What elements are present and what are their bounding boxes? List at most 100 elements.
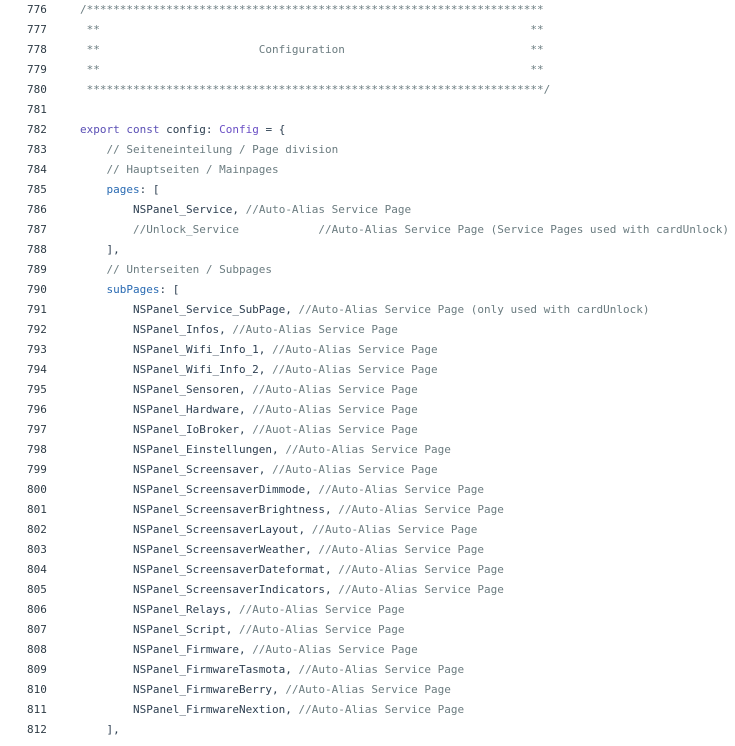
line-number: 808 [27,643,47,656]
code-token-ident: NSPanel_Screensaver, [80,463,273,476]
code-token-comment: ** Configuration ** [80,43,544,56]
code-line[interactable]: 802 NSPanel_ScreensaverLayout, //Auto-Al… [0,520,735,540]
code-line[interactable]: 811 NSPanel_FirmwareNextion, //Auto-Alia… [0,700,735,720]
code-line[interactable]: 795 NSPanel_Sensoren, //Auto-Alias Servi… [0,380,735,400]
code-token-ident: NSPanel_ScreensaverDateformat, [80,563,339,576]
code-line[interactable]: 793 NSPanel_Wifi_Info_1, //Auto-Alias Se… [0,340,735,360]
code-text: NSPanel_Hardware, //Auto-Alias Service P… [80,400,418,420]
code-token-punct: = { [258,123,286,136]
code-line[interactable]: 782 export const config: Config = { [0,120,735,140]
code-text: NSPanel_Screensaver, //Auto-Alias Servic… [80,460,438,480]
code-line[interactable]: 778 ** Configuration ** [0,40,735,60]
code-token-comment: //Auto-Alias Service Page [272,343,438,356]
code-token-ident: NSPanel_FirmwareNextion, [80,703,299,716]
code-line[interactable]: 781 [0,100,735,120]
code-token-ident: NSPanel_Infos, [80,323,233,336]
code-line[interactable]: 797 NSPanel_IoBroker, //Auot-Alias Servi… [0,420,735,440]
code-view[interactable]: 776 /************************************… [0,0,735,746]
code-token-comment: // Hauptseiten / Mainpages [80,163,279,176]
line-number: 797 [27,423,47,436]
code-text: // Hauptseiten / Mainpages [80,160,279,180]
code-line[interactable]: 776 /************************************… [0,0,735,20]
code-token-prop: subPages [106,283,160,296]
code-token-comment: //Unlock_Service //Auto-Alias Service Pa… [80,223,730,236]
code-token-punct: ], [80,723,120,736]
code-token-ident: NSPanel_FirmwareBerry, [80,683,286,696]
code-line[interactable]: 787 //Unlock_Service //Auto-Alias Servic… [0,220,735,240]
code-line[interactable]: 812 ], [0,720,735,740]
code-line[interactable]: 800 NSPanel_ScreensaverDimmode, //Auto-A… [0,480,735,500]
code-token-comment: ** ** [80,23,544,36]
code-line[interactable]: 801 NSPanel_ScreensaverBrightness, //Aut… [0,500,735,520]
code-line[interactable]: 808 NSPanel_Firmware, //Auto-Alias Servi… [0,640,735,660]
code-token-ident: NSPanel_Script, [80,623,239,636]
code-token-ident: NSPanel_ScreensaverDimmode, [80,483,319,496]
code-token-comment: // Seiteneinteilung / Page division [80,143,339,156]
code-token-ident: NSPanel_FirmwareTasmota, [80,663,299,676]
code-text: NSPanel_FirmwareNextion, //Auto-Alias Se… [80,700,464,720]
code-text: NSPanel_ScreensaverWeather, //Auto-Alias… [80,540,484,560]
code-text: NSPanel_FirmwareBerry, //Auto-Alias Serv… [80,680,451,700]
line-number: 782 [27,123,47,136]
code-line[interactable]: 788 ], [0,240,735,260]
line-number: 804 [27,563,47,576]
code-token-ident: NSPanel_ScreensaverBrightness, [80,503,339,516]
line-number: 785 [27,183,47,196]
code-token-comment: // Unterseiten / Subpages [80,263,273,276]
code-token-ident: NSPanel_Hardware, [80,403,253,416]
code-text: NSPanel_ScreensaverBrightness, //Auto-Al… [80,500,504,520]
code-line[interactable]: 790 subPages: [ [0,280,735,300]
code-text: NSPanel_Firmware, //Auto-Alias Service P… [80,640,418,660]
code-line[interactable]: 777 ** ** [0,20,735,40]
code-text: ** ** [80,60,544,80]
code-text: NSPanel_ScreensaverIndicators, //Auto-Al… [80,580,504,600]
code-token-punct: ], [80,243,120,256]
code-line[interactable]: 799 NSPanel_Screensaver, //Auto-Alias Se… [0,460,735,480]
line-number: 799 [27,463,47,476]
code-line[interactable]: 805 NSPanel_ScreensaverIndicators, //Aut… [0,580,735,600]
code-line[interactable]: 794 NSPanel_Wifi_Info_2, //Auto-Alias Se… [0,360,735,380]
line-number: 780 [27,83,47,96]
line-number: 784 [27,163,47,176]
code-line[interactable]: 803 NSPanel_ScreensaverWeather, //Auto-A… [0,540,735,560]
code-line[interactable]: 784 // Hauptseiten / Mainpages [0,160,735,180]
code-token-ident: NSPanel_Einstellungen, [80,443,286,456]
code-line[interactable]: 789 // Unterseiten / Subpages [0,260,735,280]
code-line[interactable]: 807 NSPanel_Script, //Auto-Alias Service… [0,620,735,640]
code-token-punct [80,283,107,296]
code-text: ], [80,720,120,740]
code-token-punct [80,183,107,196]
code-line[interactable]: 798 NSPanel_Einstellungen, //Auto-Alias … [0,440,735,460]
code-line[interactable]: 791 NSPanel_Service_SubPage, //Auto-Alia… [0,300,735,320]
code-line[interactable]: 804 NSPanel_ScreensaverDateformat, //Aut… [0,560,735,580]
code-line[interactable]: 780 ************************************… [0,80,735,100]
code-token-comment: //Auto-Alias Service Page [252,643,418,656]
code-line[interactable]: 786 NSPanel_Service, //Auto-Alias Servic… [0,200,735,220]
code-line[interactable]: 796 NSPanel_Hardware, //Auto-Alias Servi… [0,400,735,420]
code-text: ** Configuration ** [80,40,544,60]
code-token-punct: : [ [159,283,180,296]
code-line[interactable]: 785 pages: [ [0,180,735,200]
code-line[interactable]: 809 NSPanel_FirmwareTasmota, //Auto-Alia… [0,660,735,680]
code-line[interactable]: 806 NSPanel_Relays, //Auto-Alias Service… [0,600,735,620]
code-line[interactable]: 792 NSPanel_Infos, //Auto-Alias Service … [0,320,735,340]
line-number: 792 [27,323,47,336]
code-token-comment: //Auto-Alias Service Page [285,683,451,696]
line-number: 810 [27,683,47,696]
code-token-keyword: export const [80,123,167,136]
line-number: 812 [27,723,47,736]
code-line[interactable]: 810 NSPanel_FirmwareBerry, //Auto-Alias … [0,680,735,700]
code-token-ident: NSPanel_Wifi_Info_2, [80,363,273,376]
code-token-comment: //Auto-Alias Service Page [318,483,484,496]
line-number: 790 [27,283,47,296]
code-token-ident: NSPanel_Relays, [80,603,239,616]
line-number: 783 [27,143,47,156]
code-line[interactable]: 783 // Seiteneinteilung / Page division [0,140,735,160]
code-token-comment: //Auto-Alias Service Page [338,563,504,576]
line-number: 811 [27,703,47,716]
code-token-comment: //Auto-Alias Service Page (only used wit… [298,303,650,316]
code-token-comment: //Auto-Alias Service Page [238,603,405,616]
code-text: //Unlock_Service //Auto-Alias Service Pa… [80,220,729,240]
code-line[interactable]: 779 ** ** [0,60,735,80]
code-text: NSPanel_Einstellungen, //Auto-Alias Serv… [80,440,451,460]
